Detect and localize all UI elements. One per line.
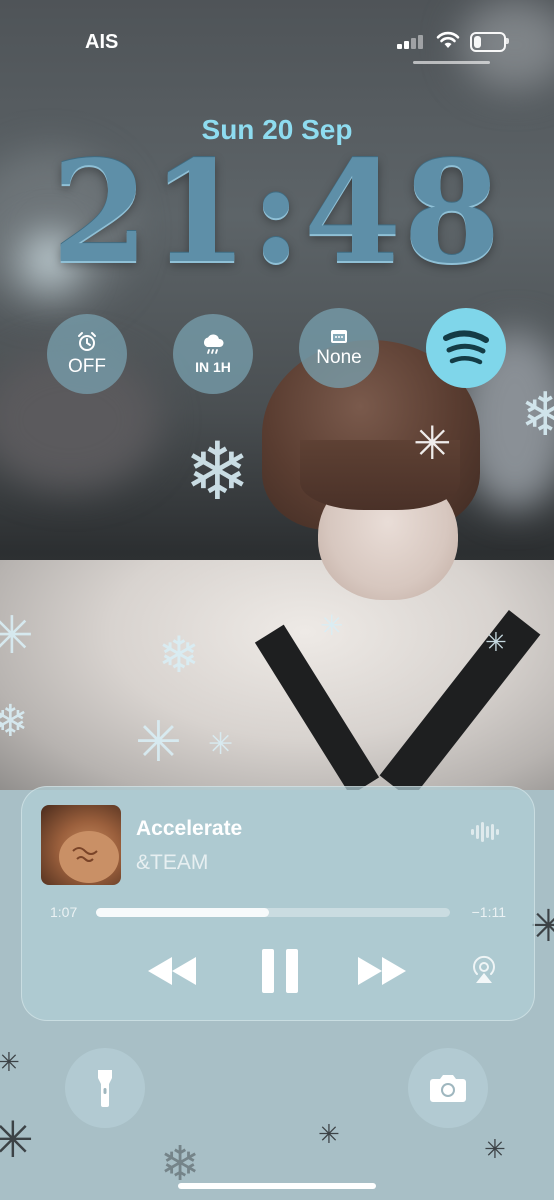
weather-widget-label: IN 1H [195,358,231,375]
weather-widget[interactable]: IN 1H [173,314,253,394]
playback-scrubber[interactable] [96,908,450,917]
track-title: Accelerate [136,817,243,840]
alarm-clock-icon [78,331,96,351]
audio-wave-icon [471,822,499,842]
spotify-icon [443,330,489,365]
rewind-icon[interactable] [146,955,198,987]
pause-icon[interactable] [260,947,300,995]
wifi-icon [436,31,460,48]
home-indicator[interactable] [178,1183,376,1189]
alarm-widget-label: OFF [68,355,106,377]
elapsed-time: 1:07 [50,904,78,920]
remaining-time: −1:11 [471,904,506,920]
control-center-hint[interactable] [413,61,490,64]
airplay-icon[interactable] [468,953,500,985]
flashlight-icon [98,1070,112,1107]
lock-screen-clock: 21:48 [51,131,503,295]
calendar-widget[interactable]: None [299,308,379,388]
spotify-widget[interactable] [426,308,506,388]
lock-screen: ❄ ✳ ❄ ✳ ❄ ✳ ✳ ❄ ✳ ✳ ✳ ✳ ✳ ✳ ✳ ❄ AIS Sun … [0,0,554,1200]
artist-name: &TEAM [136,851,209,874]
alarm-widget[interactable]: OFF [47,314,127,394]
calendar-widget-label: None [316,346,362,368]
camera-button[interactable] [408,1048,488,1128]
now-playing-card[interactable]: Accelerate &TEAM 1:07 −1:11 [21,786,535,1021]
camera-icon [430,1075,466,1102]
fast-forward-icon[interactable] [356,955,408,987]
calendar-icon [331,329,347,343]
flashlight-button[interactable] [65,1048,145,1128]
cellular-signal-icon [397,35,423,49]
playback-progress [96,908,270,917]
rain-cloud-icon [203,334,224,354]
album-art[interactable] [41,805,121,885]
carrier-label: AIS [85,31,119,53]
battery-icon [470,32,506,52]
